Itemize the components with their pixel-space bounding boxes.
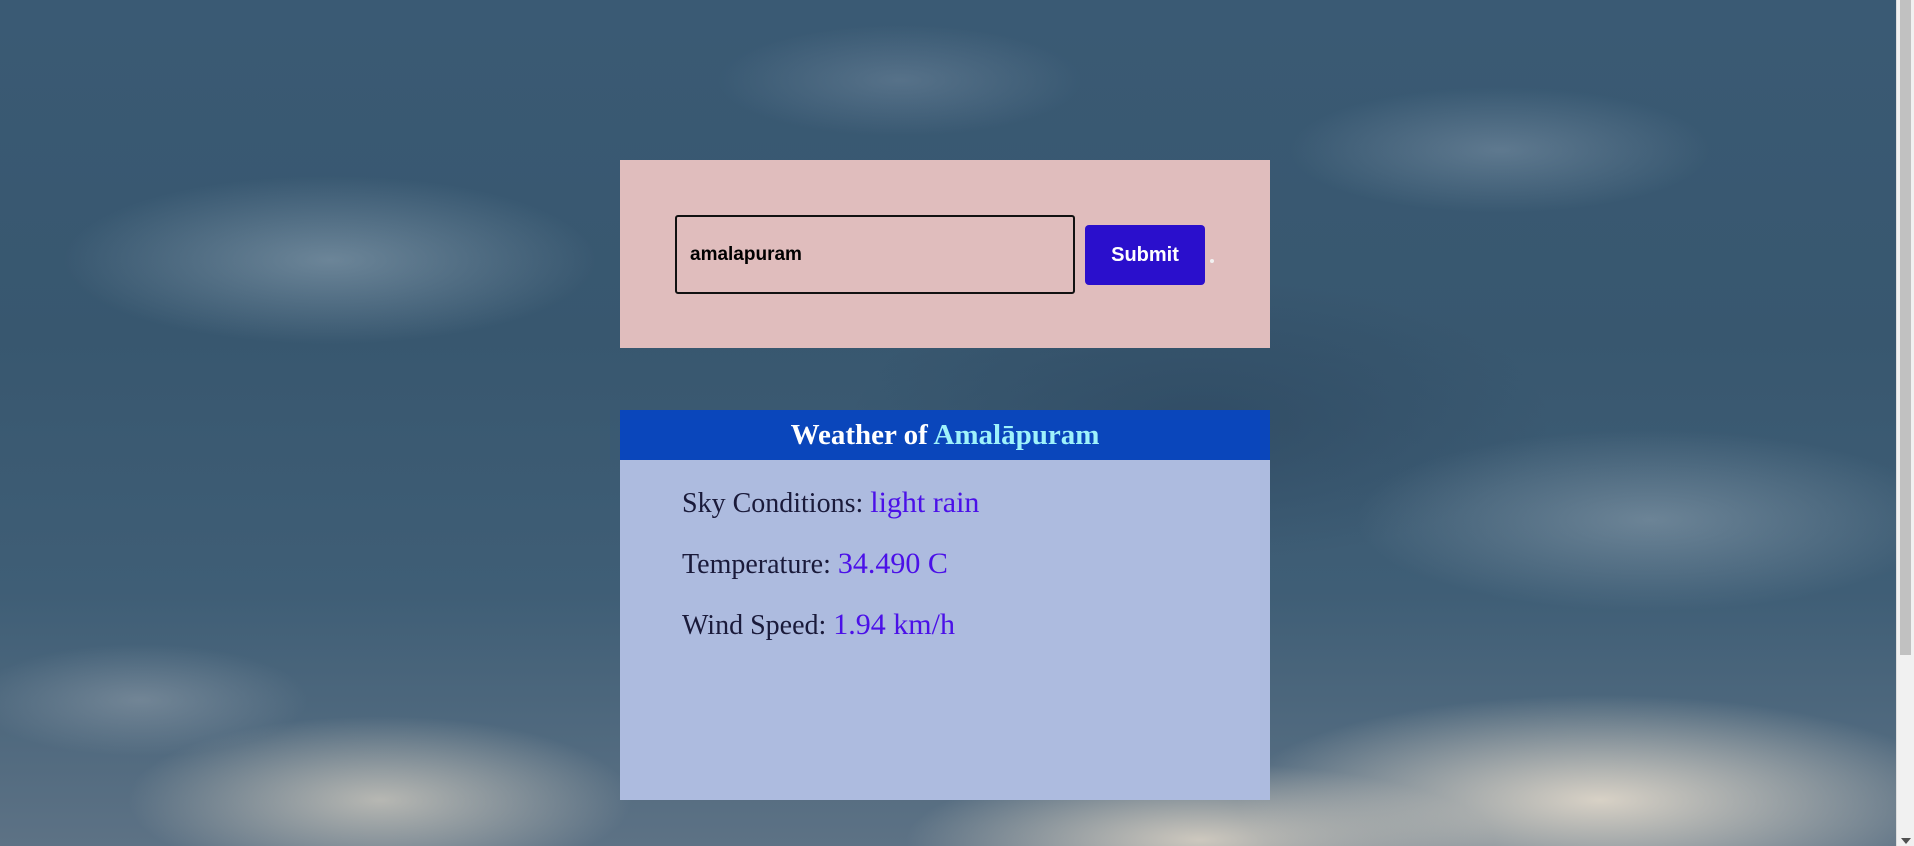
weather-heading: Weather of Amalāpuram [620, 410, 1270, 460]
scrollbar-thumb[interactable] [1900, 0, 1911, 655]
decorative-dot [1210, 259, 1214, 263]
temperature-row: Temperature: 34.490 C [682, 544, 1270, 605]
temperature-label: Temperature: [682, 549, 838, 580]
city-search-input[interactable] [675, 215, 1075, 294]
wind-speed-row: Wind Speed: 1.94 km/h [682, 605, 1270, 666]
temperature-value: 34.490 C [837, 547, 948, 580]
page-background: Submit Weather of Amalāpuram Sky Conditi… [0, 0, 1914, 846]
scroll-down-arrow-icon[interactable] [1901, 838, 1911, 844]
search-panel: Submit [620, 160, 1270, 348]
wind-speed-label: Wind Speed: [682, 610, 834, 641]
weather-city-name: Amalāpuram [933, 419, 1100, 451]
weather-card: Weather of Amalāpuram Sky Conditions: li… [620, 410, 1270, 800]
vertical-scrollbar[interactable] [1896, 0, 1914, 846]
wind-speed-value: 1.94 km/h [833, 608, 955, 641]
submit-button[interactable]: Submit [1085, 225, 1205, 285]
sky-conditions-label: Sky Conditions: [682, 488, 871, 519]
weather-details: Sky Conditions: light rain Temperature: … [620, 460, 1270, 666]
sky-conditions-row: Sky Conditions: light rain [682, 483, 1270, 544]
weather-heading-prefix: Weather of [790, 419, 934, 451]
sky-conditions-value: light rain [870, 486, 980, 519]
